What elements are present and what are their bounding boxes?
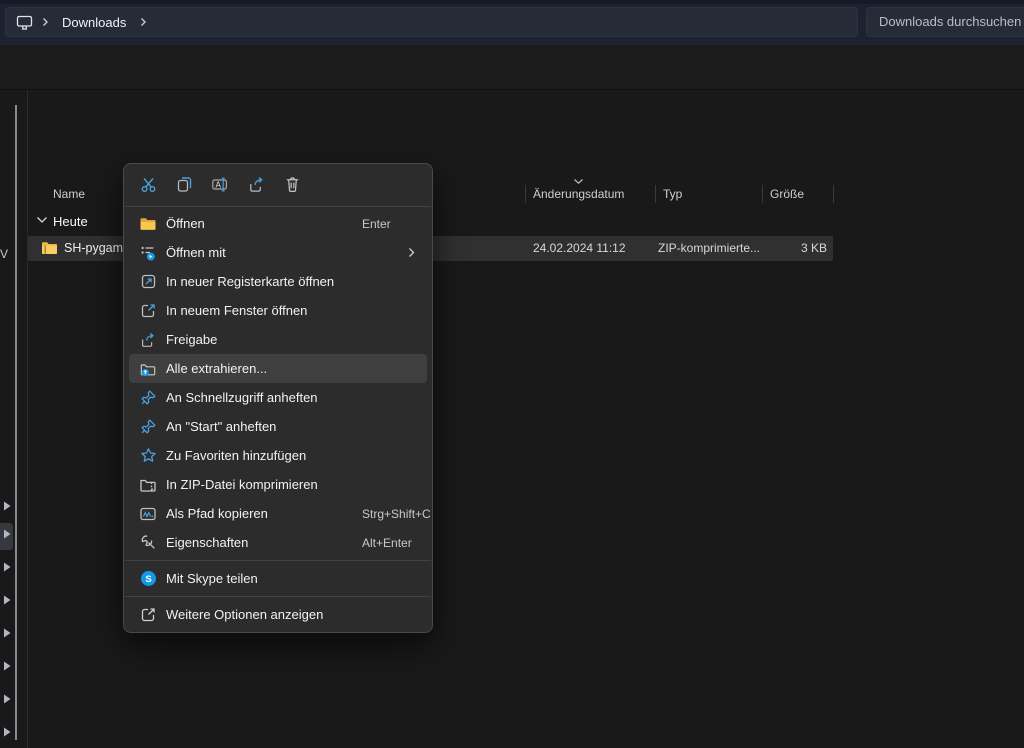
wrench-icon bbox=[139, 534, 157, 552]
menu-item-label: In neuer Registerkarte öffnen bbox=[166, 274, 334, 289]
pin-icon bbox=[139, 418, 157, 436]
nav-scrollbar[interactable] bbox=[15, 105, 17, 740]
context-menu: A bbox=[123, 163, 433, 633]
star-icon bbox=[139, 447, 157, 465]
folder-open-icon bbox=[139, 215, 157, 233]
svg-text:A: A bbox=[216, 180, 222, 189]
menu-divider bbox=[125, 560, 431, 561]
chevron-right-icon[interactable] bbox=[139, 17, 147, 27]
pin-icon bbox=[139, 389, 157, 407]
file-size: 3 KB bbox=[728, 241, 827, 255]
address-bar[interactable]: Downloads bbox=[5, 7, 858, 37]
new-window-icon bbox=[139, 302, 157, 320]
extract-all-icon bbox=[139, 360, 157, 378]
column-header-size[interactable]: Größe bbox=[770, 187, 804, 201]
column-divider[interactable] bbox=[762, 185, 763, 203]
menu-item-pin-start[interactable]: An "Start" anheften bbox=[129, 412, 427, 441]
menu-item-extract-all[interactable]: Alle extrahieren... bbox=[129, 354, 427, 383]
tree-chevron-icon[interactable] bbox=[2, 561, 12, 573]
tree-chevron-icon[interactable] bbox=[2, 693, 12, 705]
command-toolbar: A Sort bbox=[0, 45, 1024, 90]
menu-item-label: Zu Favoriten hinzufügen bbox=[166, 448, 306, 463]
menu-item-show-more-options[interactable]: Weitere Optionen anzeigen bbox=[129, 600, 427, 629]
menu-item-label: Eigenschaften bbox=[166, 535, 248, 550]
menu-item-label: Mit Skype teilen bbox=[166, 571, 258, 586]
menu-divider bbox=[125, 596, 431, 597]
menu-divider bbox=[125, 206, 431, 207]
tree-chevron-icon[interactable] bbox=[2, 594, 12, 606]
chevron-right-icon bbox=[41, 17, 49, 27]
tree-chevron-icon[interactable] bbox=[2, 660, 12, 672]
skype-icon: S bbox=[139, 570, 157, 588]
tree-chevron-icon[interactable] bbox=[2, 726, 12, 738]
group-collapse-icon[interactable] bbox=[36, 216, 48, 224]
menu-item-label: An "Start" anheften bbox=[166, 419, 276, 434]
menu-item-label: In ZIP-Datei komprimieren bbox=[166, 477, 318, 492]
column-divider[interactable] bbox=[833, 185, 834, 203]
menu-item-label: Öffnen mit bbox=[166, 245, 226, 260]
menu-item-label: Als Pfad kopieren bbox=[166, 506, 268, 521]
breadcrumb-downloads[interactable]: Downloads bbox=[56, 13, 132, 32]
menu-item-label: Alle extrahieren... bbox=[166, 361, 267, 376]
menu-item-label: An Schnellzugriff anheften bbox=[166, 390, 318, 405]
menu-item-copy-as-path[interactable]: Als Pfad kopieren Strg+Shift+C bbox=[129, 499, 427, 528]
file-date: 24.02.2024 11:12 bbox=[533, 241, 626, 255]
menu-item-open[interactable]: Öffnen Enter bbox=[129, 209, 427, 238]
navigation-pane-edge: V bbox=[0, 90, 28, 748]
menu-item-open-new-tab[interactable]: In neuer Registerkarte öffnen bbox=[129, 267, 427, 296]
menu-item-open-new-window[interactable]: In neuem Fenster öffnen bbox=[129, 296, 427, 325]
svg-text:S: S bbox=[145, 574, 151, 585]
show-more-icon bbox=[139, 606, 157, 624]
menu-item-label: Weitere Optionen anzeigen bbox=[166, 607, 323, 622]
rename-icon[interactable]: A bbox=[211, 175, 230, 194]
menu-item-label: In neuem Fenster öffnen bbox=[166, 303, 307, 318]
open-with-icon bbox=[139, 244, 157, 262]
column-divider[interactable] bbox=[655, 185, 656, 203]
nav-label-fragment: V bbox=[0, 247, 8, 261]
context-menu-quick-actions: A bbox=[124, 164, 432, 204]
menu-shortcut: Strg+Shift+C bbox=[362, 507, 431, 521]
menu-item-properties[interactable]: Eigenschaften Alt+Enter bbox=[129, 528, 427, 557]
share-icon bbox=[139, 331, 157, 349]
column-divider[interactable] bbox=[525, 185, 526, 203]
submenu-chevron-icon bbox=[408, 247, 415, 258]
menu-item-pin-quick-access[interactable]: An Schnellzugriff anheften bbox=[129, 383, 427, 412]
zip-compress-icon bbox=[139, 476, 157, 494]
group-header-today[interactable]: Heute bbox=[53, 214, 88, 229]
menu-item-add-favorites[interactable]: Zu Favoriten hinzufügen bbox=[129, 441, 427, 470]
column-header-name[interactable]: Name bbox=[53, 187, 85, 201]
menu-item-share-skype[interactable]: S Mit Skype teilen bbox=[129, 564, 427, 593]
share-icon[interactable] bbox=[247, 175, 266, 194]
new-tab-icon bbox=[139, 273, 157, 291]
title-bar: Downloads Downloads durchsuchen bbox=[0, 0, 1024, 45]
menu-item-label: Freigabe bbox=[166, 332, 217, 347]
menu-shortcut: Alt+Enter bbox=[362, 536, 412, 550]
file-explorer-window: Downloads Downloads durchsuchen A bbox=[0, 0, 1024, 748]
sort-direction-icon bbox=[573, 178, 584, 185]
search-input[interactable]: Downloads durchsuchen bbox=[866, 7, 1024, 37]
menu-shortcut: Enter bbox=[362, 217, 391, 231]
menu-item-share[interactable]: Freigabe bbox=[129, 325, 427, 354]
zip-folder-icon bbox=[41, 240, 58, 256]
column-header-date[interactable]: Änderungsdatum bbox=[533, 187, 624, 201]
copy-icon[interactable] bbox=[175, 175, 194, 194]
column-header-type[interactable]: Typ bbox=[663, 187, 682, 201]
tree-chevron-icon[interactable] bbox=[2, 528, 12, 540]
menu-item-label: Öffnen bbox=[166, 216, 205, 231]
tree-chevron-icon[interactable] bbox=[2, 627, 12, 639]
menu-item-compress-zip[interactable]: In ZIP-Datei komprimieren bbox=[129, 470, 427, 499]
menu-item-open-with[interactable]: Öffnen mit bbox=[129, 238, 427, 267]
delete-icon[interactable] bbox=[283, 175, 302, 194]
cut-icon[interactable] bbox=[139, 175, 158, 194]
tree-chevron-icon[interactable] bbox=[2, 500, 12, 512]
monitor-icon[interactable] bbox=[15, 13, 34, 32]
copy-path-icon bbox=[139, 505, 157, 523]
